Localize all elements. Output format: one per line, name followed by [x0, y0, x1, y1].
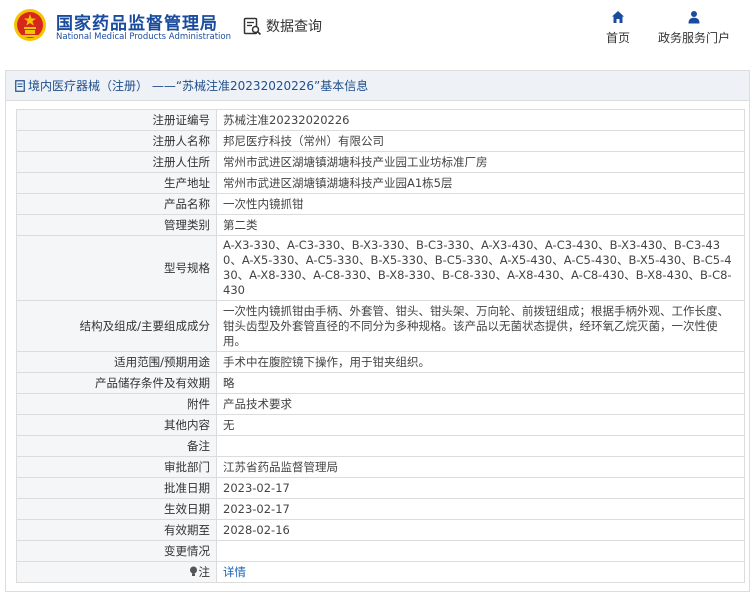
field-label: 管理类别 [16, 214, 217, 236]
field-label: 生效日期 [16, 498, 217, 520]
field-label: 产品储存条件及有效期 [16, 372, 217, 394]
note-value: 详情 [216, 561, 745, 583]
lightbulb-icon [189, 566, 197, 576]
field-label: 注册证编号 [16, 109, 217, 131]
table-row: 适用范围/预期用途 手术中在腹腔镜下操作，用于钳夹组织。 [16, 351, 745, 373]
table-row-note: 注 详情 [16, 561, 745, 583]
field-label: 型号规格 [16, 235, 217, 301]
nav-home-label: 首页 [605, 31, 630, 45]
field-value: 常州市武进区湖塘镇湖塘科技产业园工业坊标准厂房 [216, 151, 745, 173]
field-label: 批准日期 [16, 477, 217, 499]
nav-service-portal[interactable]: 政务服务门户 [650, 10, 738, 46]
user-icon [688, 11, 700, 24]
detail-panel: 境内医疗器械（注册） ——“苏械注准20232020226”基本信息 注册证编号… [5, 70, 750, 592]
field-label: 审批部门 [16, 456, 217, 478]
field-value [216, 435, 745, 457]
org-name-cn: 国家药品监督管理局 [56, 14, 218, 34]
field-label: 生产地址 [16, 172, 217, 194]
note-label-cell: 注 [16, 561, 217, 583]
nav-home[interactable]: 首页 [598, 10, 638, 46]
table-row: 型号规格 A-X3-330、A-C3-330、B-X3-330、B-C3-330、… [16, 235, 745, 301]
national-emblem-icon [14, 9, 46, 41]
field-value: 第二类 [216, 214, 745, 236]
site-header: 国家药品监督管理局 National Medical Products Admi… [0, 0, 755, 62]
document-icon [15, 79, 25, 92]
detail-link[interactable]: 详情 [223, 565, 246, 579]
field-label: 适用范围/预期用途 [16, 351, 217, 373]
field-value: 2028-02-16 [216, 519, 745, 541]
field-label: 产品名称 [16, 193, 217, 215]
table-row: 备注 [16, 435, 745, 457]
table-row: 产品储存条件及有效期略 [16, 372, 745, 394]
table-row: 产品名称 一次性内镜抓钳 [16, 193, 745, 215]
field-value: 2023-02-17 [216, 498, 745, 520]
home-icon [612, 11, 624, 23]
field-value [216, 540, 745, 562]
field-value: 无 [216, 414, 745, 436]
panel-title: 境内医疗器械（注册） ——“苏械注准20232020226”基本信息 [28, 79, 369, 93]
table-row: 变更情况 [16, 540, 745, 562]
table-row: 生效日期 2023-02-17 [16, 498, 745, 520]
detail-table: 注册证编号 苏械注准20232020226 注册人名称 邦尼医疗科技（常州）有限公司… [16, 109, 745, 583]
data-query-link[interactable]: 数据查询 [243, 15, 322, 37]
table-row: 结构及组成/主要组成成分 一次性内镜抓钳由手柄、外套管、钳头、钳头架、万向轮、前拨… [16, 300, 745, 352]
field-value: 江苏省药品监督管理局 [216, 456, 745, 478]
table-row: 批准日期 2023-02-17 [16, 477, 745, 499]
field-value: 手术中在腹腔镜下操作，用于钳夹组织。 [216, 351, 745, 373]
table-row: 生产地址 常州市武进区湖塘镇湖塘科技产业园A1栋5层 [16, 172, 745, 194]
field-value: 一次性内镜抓钳由手柄、外套管、钳头、钳头架、万向轮、前拨钮组成；根据手柄外观、工… [216, 300, 745, 352]
table-row: 注册人名称 邦尼医疗科技（常州）有限公司 [16, 130, 745, 152]
field-label: 变更情况 [16, 540, 217, 562]
org-name-en: National Medical Products Administration [56, 32, 231, 42]
table-row: 注册人住所 常州市武进区湖塘镇湖塘科技产业园工业坊标准厂房 [16, 151, 745, 173]
note-label: 注 [198, 564, 211, 579]
field-value: 略 [216, 372, 745, 394]
field-value: 邦尼医疗科技（常州）有限公司 [216, 130, 745, 152]
field-label: 有效期至 [16, 519, 217, 541]
field-label: 其他内容 [16, 414, 217, 436]
field-label: 注册人名称 [16, 130, 217, 152]
field-value: 苏械注准20232020226 [216, 109, 745, 131]
table-row: 有效期至 2028-02-16 [16, 519, 745, 541]
table-row: 审批部门 江苏省药品监督管理局 [16, 456, 745, 478]
data-query-icon [243, 17, 262, 35]
field-label: 备注 [16, 435, 217, 457]
table-row: 注册证编号 苏械注准20232020226 [16, 109, 745, 131]
field-label: 附件 [16, 393, 217, 415]
data-query-label: 数据查询 [266, 19, 322, 35]
field-label: 注册人住所 [16, 151, 217, 173]
field-value: 2023-02-17 [216, 477, 745, 499]
panel-title-bar: 境内医疗器械（注册） ——“苏械注准20232020226”基本信息 [6, 71, 749, 101]
field-value: 一次性内镜抓钳 [216, 193, 745, 215]
field-label: 结构及组成/主要组成成分 [16, 300, 217, 352]
field-value: 常州市武进区湖塘镇湖塘科技产业园A1栋5层 [216, 172, 745, 194]
nav-service-label: 政务服务门户 [657, 31, 730, 45]
field-value: A-X3-330、A-C3-330、B-X3-330、B-C3-330、A-X3… [216, 235, 745, 301]
table-row: 管理类别 第二类 [16, 214, 745, 236]
table-row: 附件 产品技术要求 [16, 393, 745, 415]
table-row: 其他内容无 [16, 414, 745, 436]
field-value: 产品技术要求 [216, 393, 745, 415]
